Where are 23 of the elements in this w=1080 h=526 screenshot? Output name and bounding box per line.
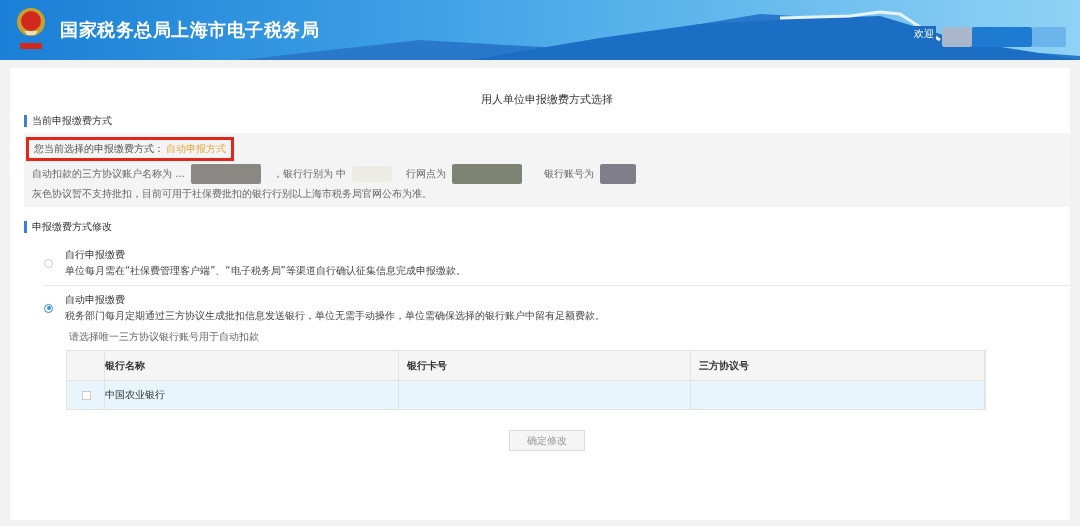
confirm-button[interactable]: 确定修改 [509, 430, 585, 451]
page-title: 用人单位申报缴费方式选择 [480, 92, 614, 107]
redaction-block [451, 164, 522, 184]
account-name-text: 自动扣款的三方协议账户名称为 ... [32, 167, 185, 181]
redaction-block [190, 164, 261, 184]
mode-value: 自动申报方式 [166, 142, 226, 156]
option-description: 税务部门每月定期通过三方协议生成批扣信息发送银行，单位无需手动操作，单位需确保选择的银行账户中留有足额费款。 [65, 309, 605, 323]
option-title: 自动申报缴费 [65, 293, 126, 307]
option-title: 自行申报缴费 [65, 248, 126, 262]
branch-text: 行网点为 [405, 167, 446, 181]
option-description: 单位每月需在“社保费管理客户端”、“电子税务局”等渠道自行确认征集信息完成申报缴款。 [65, 264, 466, 278]
table-hint: 请选择唯一三方协议银行账号用于自动扣款 [69, 330, 260, 344]
site-title: 国家税务总局上海市电子税务局 [60, 18, 319, 42]
checkbox[interactable] [82, 390, 91, 400]
table-cell: 中国农业银行 [105, 381, 399, 409]
section-heading: 当前申报缴费方式 [24, 115, 112, 127]
bank-type-text: ，银行行别为 中 [272, 167, 346, 181]
note-text: 灰色协议暂不支持批扣，目前可用于社保费批扣的银行行别以上海市税务局官网公布为准。 [32, 187, 433, 201]
mode-label: 您当前选择的申报缴费方式： [34, 142, 164, 156]
welcome-text: 欢迎 [912, 26, 936, 42]
account-number-text: 银行账号为 [543, 167, 594, 181]
redaction-block [599, 164, 636, 184]
section-heading: 申报缴费方式修改 [24, 221, 112, 233]
